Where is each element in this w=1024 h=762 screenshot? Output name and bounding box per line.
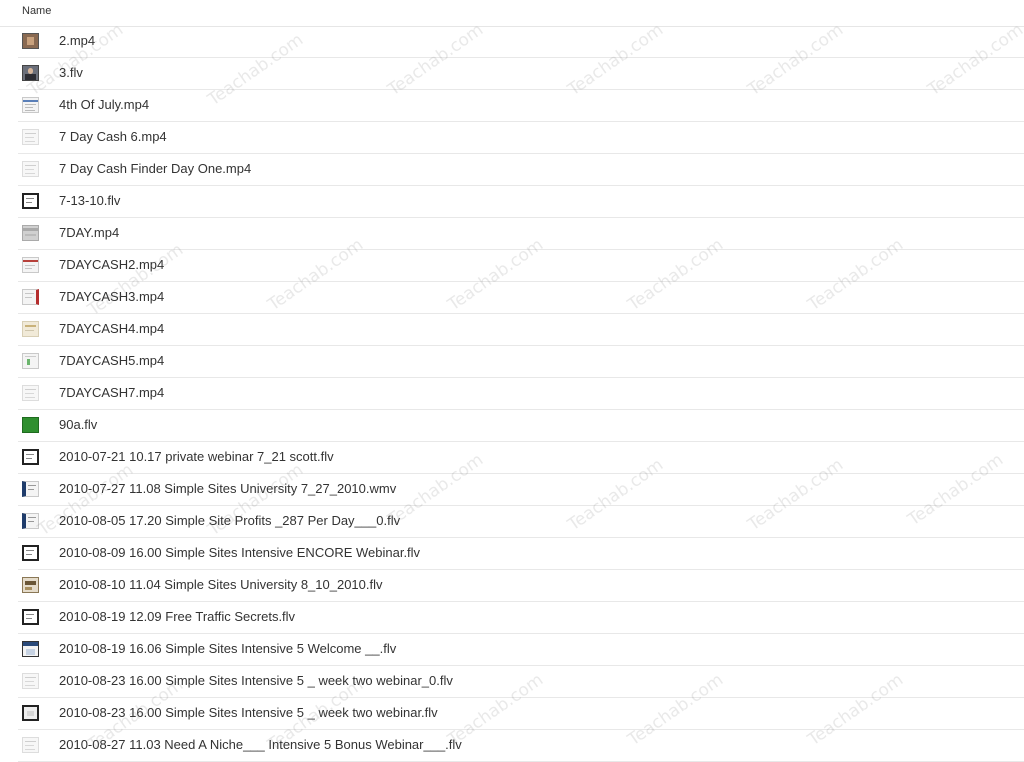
video-thumbnail-tan-icon (22, 321, 39, 337)
file-name: 2010-07-21 10.17 private webinar 7_21 sc… (59, 449, 334, 464)
video-thumbnail-navy-icon (22, 481, 39, 497)
video-thumbnail-photo-icon (22, 33, 39, 49)
file-rows: 2.mp4 3.flv 4th Of July.mp4 7 Day Cash 6… (0, 26, 1024, 762)
file-row[interactable]: 7DAY.mp4 (18, 218, 1024, 250)
file-name: 7DAYCASH4.mp4 (59, 321, 165, 336)
video-thumbnail-screen-icon (22, 705, 39, 721)
file-name: 2010-08-23 16.00 Simple Sites Intensive … (59, 673, 453, 688)
file-row[interactable]: 3.flv (18, 58, 1024, 90)
file-name: 7 Day Cash Finder Day One.mp4 (59, 161, 252, 176)
video-thumbnail-solid-green-icon (22, 417, 39, 433)
file-name: 3.flv (59, 65, 83, 80)
file-name: 2010-08-27 11.03 Need A Niche___ Intensi… (59, 737, 462, 752)
file-row[interactable]: 7 Day Cash Finder Day One.mp4 (18, 154, 1024, 186)
file-name: 2010-08-19 12.09 Free Traffic Secrets.fl… (59, 609, 296, 624)
file-row[interactable]: 4th Of July.mp4 (18, 90, 1024, 122)
file-name: 2010-08-19 16.06 Simple Sites Intensive … (59, 641, 397, 656)
file-name: 7DAY.mp4 (59, 225, 120, 240)
file-name: 2.mp4 (59, 33, 96, 48)
video-thumbnail-grey-icon (22, 225, 39, 241)
name-column-header[interactable]: Name (22, 5, 51, 17)
file-row[interactable]: 7DAYCASH2.mp4 (18, 250, 1024, 282)
file-name: 7DAYCASH5.mp4 (59, 353, 165, 368)
file-name: 2010-08-09 16.00 Simple Sites Intensive … (59, 545, 421, 560)
file-row[interactable]: 2010-08-19 16.06 Simple Sites Intensive … (18, 634, 1024, 666)
file-row[interactable]: 2010-07-21 10.17 private webinar 7_21 sc… (18, 442, 1024, 474)
file-row[interactable]: 2010-07-27 11.08 Simple Sites University… (18, 474, 1024, 506)
video-thumbnail-document-icon (22, 97, 39, 113)
video-thumbnail-dark-icon (22, 193, 39, 209)
file-row[interactable]: 2010-08-10 11.04 Simple Sites University… (18, 570, 1024, 602)
video-thumbnail-faint-icon (22, 129, 39, 145)
file-row[interactable]: 2010-08-09 16.00 Simple Sites Intensive … (18, 538, 1024, 570)
video-thumbnail-dark-icon (22, 609, 39, 625)
video-thumbnail-red-icon (22, 257, 39, 273)
file-name: 4th Of July.mp4 (59, 97, 150, 112)
file-name: 7-13-10.flv (59, 193, 121, 208)
file-name: 7DAYCASH7.mp4 (59, 385, 165, 400)
video-thumbnail-person-icon (22, 65, 39, 81)
video-thumbnail-window-icon (22, 641, 39, 657)
file-name: 7DAYCASH3.mp4 (59, 289, 165, 304)
video-thumbnail-faint-icon (22, 673, 39, 689)
video-thumbnail-green-icon (22, 353, 39, 369)
file-row[interactable]: 2010-08-19 12.09 Free Traffic Secrets.fl… (18, 602, 1024, 634)
video-thumbnail-faint-icon (22, 385, 39, 401)
file-row[interactable]: 2.mp4 (18, 26, 1024, 58)
file-row[interactable]: 90a.flv (18, 410, 1024, 442)
video-thumbnail-red-side-icon (22, 289, 39, 305)
video-thumbnail-brown-icon (22, 577, 39, 593)
file-row[interactable]: 7 Day Cash 6.mp4 (18, 122, 1024, 154)
file-name: 2010-08-05 17.20 Simple Site Profits _28… (59, 513, 401, 528)
video-thumbnail-navy-icon (22, 513, 39, 529)
file-name: 7 Day Cash 6.mp4 (59, 129, 167, 144)
file-row[interactable]: 2010-08-05 17.20 Simple Site Profits _28… (18, 506, 1024, 538)
video-thumbnail-faint-icon (22, 737, 39, 753)
video-thumbnail-dark-icon (22, 449, 39, 465)
file-name: 2010-07-27 11.08 Simple Sites University… (59, 481, 397, 496)
file-row[interactable]: 2010-08-27 11.03 Need A Niche___ Intensi… (18, 730, 1024, 762)
file-row[interactable]: 7-13-10.flv (18, 186, 1024, 218)
file-list: Name 2.mp4 3.flv 4th Of July.mp4 7 Day C… (0, 0, 1024, 762)
file-row[interactable]: 7DAYCASH5.mp4 (18, 346, 1024, 378)
file-row[interactable]: 7DAYCASH4.mp4 (18, 314, 1024, 346)
column-header: Name (0, 0, 1024, 27)
file-name: 90a.flv (59, 417, 98, 432)
file-row[interactable]: 2010-08-23 16.00 Simple Sites Intensive … (18, 666, 1024, 698)
file-name: 2010-08-23 16.00 Simple Sites Intensive … (59, 705, 438, 720)
video-thumbnail-faint-icon (22, 161, 39, 177)
file-row[interactable]: 7DAYCASH3.mp4 (18, 282, 1024, 314)
file-name: 7DAYCASH2.mp4 (59, 257, 165, 272)
file-name: 2010-08-10 11.04 Simple Sites University… (59, 577, 383, 592)
video-thumbnail-dark-icon (22, 545, 39, 561)
file-row[interactable]: 7DAYCASH7.mp4 (18, 378, 1024, 410)
file-row[interactable]: 2010-08-23 16.00 Simple Sites Intensive … (18, 698, 1024, 730)
